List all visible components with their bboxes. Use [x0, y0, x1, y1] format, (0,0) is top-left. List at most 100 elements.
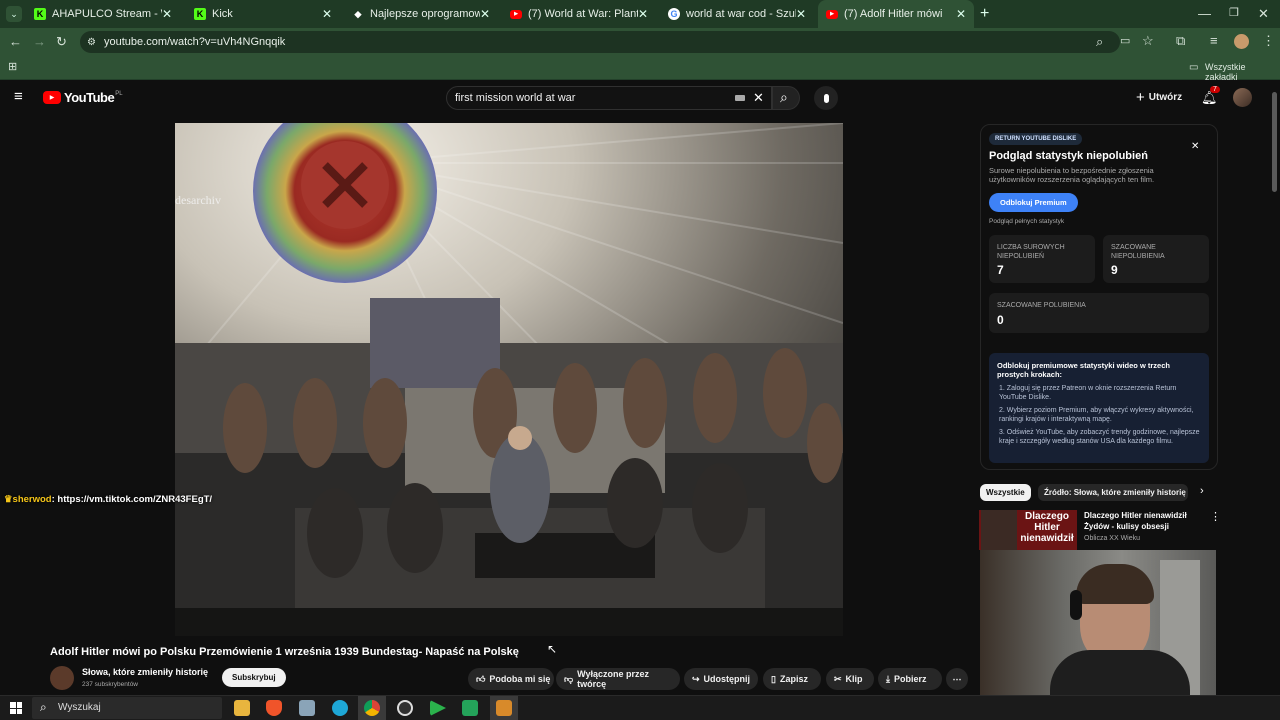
reading-list-icon[interactable]: ≡: [1210, 34, 1218, 47]
video-watermark: desarchiv: [175, 193, 221, 207]
extensions-icon[interactable]: ⧉: [1176, 34, 1185, 47]
search-input[interactable]: first mission world at war ✕: [446, 86, 772, 110]
taskbar-search[interactable]: ⌕ Wyszukaj: [32, 697, 222, 719]
minimize-icon[interactable]: —: [1198, 7, 1211, 20]
recommended-thumbnail[interactable]: Dlaczego Hitler nienawidził: [979, 510, 1077, 550]
chat-message: https://vm.tiktok.com/ZNR43FEgT/: [57, 494, 213, 505]
clear-search-icon[interactable]: ✕: [753, 90, 764, 106]
tab-world-at-war[interactable]: ▶ (7) World at War: Planting the F ✕: [502, 0, 656, 28]
close-tab-icon[interactable]: ✕: [480, 7, 490, 21]
tab-software[interactable]: ◆ Najlepsze oprogramowanie do ✕: [344, 0, 498, 28]
tab-kick[interactable]: K Kick ✕: [186, 0, 340, 28]
recommended-menu-icon[interactable]: ⋮: [1210, 510, 1221, 523]
zoom-icon[interactable]: ⌕: [1096, 35, 1103, 48]
chrome-icon[interactable]: [364, 700, 380, 716]
new-tab-button[interactable]: +: [980, 5, 989, 23]
raw-dislikes-label: LICZBA SUROWYCH NIEPOLUBIEŃ: [997, 244, 1065, 260]
close-tab-icon[interactable]: ✕: [162, 7, 172, 21]
close-tab-icon[interactable]: ✕: [638, 7, 648, 21]
webcam-headphone: [1070, 590, 1082, 620]
back-icon[interactable]: ←: [9, 35, 22, 48]
create-button[interactable]: + Utwórz: [1136, 89, 1182, 106]
file-explorer-icon[interactable]: [234, 700, 250, 716]
search-button[interactable]: ⌕: [772, 86, 800, 110]
promo-title: Odblokuj premiumowe statystyki wideo w t…: [997, 361, 1170, 379]
apps-grid-icon[interactable]: ⊞: [8, 61, 17, 74]
hamburger-menu-icon[interactable]: ≡: [14, 89, 23, 104]
profile-avatar[interactable]: [1234, 34, 1249, 49]
media-app-icon[interactable]: [430, 700, 446, 716]
ryd-badge: RETURN YOUTUBE DISLIKE: [989, 133, 1083, 145]
full-stats-link[interactable]: Podgląd pełnych statystyk: [989, 218, 1064, 225]
tab-google-search[interactable]: G world at war cod - Szukaj w Goo ✕: [660, 0, 814, 28]
brave-browser-icon[interactable]: [266, 700, 282, 716]
bookmarks-bar: ⊞ ▭ Wszystkie zakładki: [0, 56, 1280, 82]
notifications-button[interactable]: 🔔︎ 7: [1201, 86, 1220, 107]
recommended-channel[interactable]: Oblicza XX Wieku: [1084, 535, 1140, 542]
url-text[interactable]: youtube.com/watch?v=uVh4NGnqqik: [104, 36, 285, 48]
estimated-dislikes-label: SZACOWANE NIEPOLUBIENIA: [1111, 244, 1165, 260]
close-window-icon[interactable]: ✕: [1258, 7, 1269, 20]
chip-all[interactable]: Wszystkie: [980, 484, 1031, 501]
menu-kebab-icon[interactable]: ⋮: [1262, 34, 1275, 47]
account-avatar[interactable]: [1233, 88, 1252, 107]
download-icon: ⤓: [886, 673, 890, 684]
premium-promo-box: Odblokuj premiumowe statystyki wideo w t…: [989, 353, 1209, 463]
ryd-description: Surowe niepolubienia to bezpośrednie zgł…: [989, 166, 1155, 184]
start-button[interactable]: [10, 702, 22, 714]
diamond-icon: ◆: [354, 8, 362, 19]
obs-icon[interactable]: [397, 700, 413, 716]
chat-overlay-message: ♛sherwod: https://vm.tiktok.com/ZNR43FEg…: [4, 494, 213, 505]
estimated-likes-label: SZACOWANE POLUBIENIA: [997, 302, 1086, 309]
close-tab-icon[interactable]: ✕: [796, 7, 806, 21]
edge-icon[interactable]: [332, 700, 348, 716]
microphone-icon: [823, 93, 829, 103]
video-player[interactable]: desarchiv: [175, 123, 843, 636]
address-toolbar: ← → ↻ ⚙ youtube.com/watch?v=uVh4NGnqqik …: [0, 28, 1280, 56]
windows-taskbar: ⌕ Wyszukaj: [0, 695, 1280, 720]
thumbnail-figure: [981, 510, 1017, 550]
recommended-title[interactable]: Dlaczego Hitler nienawidził Żydów - kuli…: [1084, 510, 1194, 532]
youtube-logo[interactable]: ▶ YouTube PL: [43, 90, 123, 105]
cast-icon[interactable]: ▭: [1120, 35, 1130, 48]
close-tab-icon[interactable]: ✕: [956, 7, 966, 21]
reload-icon[interactable]: ↻: [56, 35, 67, 48]
store-icon[interactable]: [299, 700, 315, 716]
tab-hitler-video[interactable]: ▶ (7) Adolf Hitler mówi po Po ✕: [818, 0, 974, 28]
share-button[interactable]: ↪ Udostępnij: [684, 668, 758, 690]
bookmark-star-icon[interactable]: ☆: [1142, 34, 1154, 47]
save-button[interactable]: ▯ Zapisz: [763, 668, 821, 690]
tab-search-button[interactable]: ⌄: [6, 6, 22, 22]
download-button[interactable]: ⤓ Pobierz: [878, 668, 942, 690]
ryd-close-icon[interactable]: ✕: [1191, 141, 1199, 152]
tab-ahapulco[interactable]: K AHAPULCO Stream - Watch Live ✕: [26, 0, 180, 28]
site-info-icon[interactable]: ⚙: [87, 36, 96, 49]
green-app-icon[interactable]: [462, 700, 478, 716]
like-button[interactable]: 👍︎ Podoba mi się: [468, 668, 554, 690]
dislike-button[interactable]: 👎︎ Wyłączone przez twórcę: [556, 668, 680, 690]
search-icon: ⌕: [780, 89, 788, 105]
voice-search-button[interactable]: [814, 86, 838, 110]
channel-avatar[interactable]: [50, 666, 74, 690]
omnibox[interactable]: ⚙ youtube.com/watch?v=uVh4NGnqqik ⌕: [80, 31, 1120, 53]
channel-name[interactable]: Słowa, które zmieniły historię: [82, 667, 208, 677]
estimated-dislikes-value: 9: [1111, 263, 1118, 277]
bookmark-icon: ▯: [771, 673, 776, 684]
share-icon: ↪: [692, 673, 700, 684]
chip-source-channel[interactable]: Źródło: Słowa, które zmieniły historię: [1038, 484, 1188, 501]
close-tab-icon[interactable]: ✕: [322, 7, 332, 21]
chips-next-icon[interactable]: ›: [1200, 485, 1204, 497]
more-actions-button[interactable]: ⋯: [946, 668, 968, 690]
forward-icon[interactable]: →: [33, 35, 46, 48]
unlock-premium-button[interactable]: Odblokuj Premium: [989, 193, 1078, 212]
page-scrollbar-thumb[interactable]: [1272, 92, 1277, 192]
mouse-cursor-icon: ↖: [547, 642, 558, 656]
folder-icon[interactable]: ▭: [1189, 61, 1198, 74]
restore-icon[interactable]: ❐: [1229, 7, 1239, 20]
pinned-app-icon[interactable]: [496, 700, 512, 716]
clip-button[interactable]: ✂ Klip: [826, 668, 874, 690]
subscribe-button[interactable]: Subskrybuj: [222, 668, 286, 687]
plus-icon: +: [1136, 89, 1145, 106]
all-bookmarks-label[interactable]: Wszystkie zakładki: [1205, 62, 1280, 82]
keyboard-icon[interactable]: [735, 95, 745, 101]
